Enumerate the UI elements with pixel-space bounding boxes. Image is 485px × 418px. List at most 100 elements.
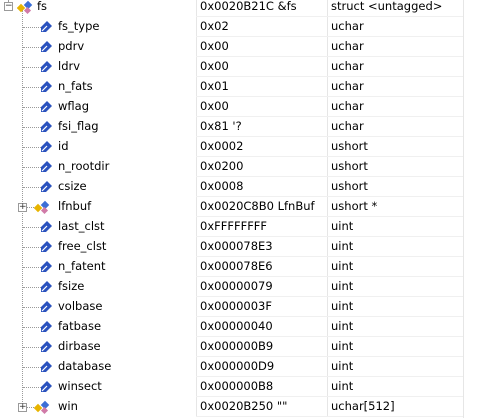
value-cell[interactable]: 0x02 bbox=[196, 17, 327, 37]
name-cell: wflag bbox=[0, 97, 196, 117]
type-cell: uchar[512] bbox=[327, 397, 463, 417]
type-cell: ushort bbox=[327, 137, 463, 157]
name-cell: fs_type bbox=[0, 17, 196, 37]
watch-row-n-fatent[interactable]: n_fatent 0x000078E6 uint bbox=[0, 257, 485, 277]
watch-name: win bbox=[58, 399, 78, 413]
watch-name: wflag bbox=[58, 99, 89, 113]
type-cell: uint bbox=[327, 297, 463, 317]
value-cell[interactable]: 0x0000003F bbox=[196, 297, 327, 317]
name-cell: + win bbox=[0, 397, 196, 417]
watch-row-wflag[interactable]: wflag 0x00 uchar bbox=[0, 97, 485, 117]
expand-toggle[interactable]: + bbox=[18, 403, 27, 412]
watch-name: free_clst bbox=[58, 239, 107, 253]
type-cell: uint bbox=[327, 277, 463, 297]
field-icon bbox=[41, 241, 52, 252]
watch-name: n_fatent bbox=[58, 259, 106, 273]
value-cell[interactable]: 0xFFFFFFFF bbox=[196, 217, 327, 237]
watch-row-csize[interactable]: csize 0x0008 ushort bbox=[0, 177, 485, 197]
value-cell[interactable]: 0x0020C8B0 LfnBuf bbox=[196, 197, 327, 217]
field-icon bbox=[41, 141, 52, 152]
watch-row-n-fats[interactable]: n_fats 0x01 uchar bbox=[0, 77, 485, 97]
value-cell[interactable]: 0x000000B8 bbox=[196, 377, 327, 397]
watch-name: database bbox=[58, 359, 112, 373]
value-cell[interactable]: 0x00 bbox=[196, 37, 327, 57]
watch-row-winsect[interactable]: winsect 0x000000B8 uint bbox=[0, 377, 485, 397]
value-cell[interactable]: 0x00 bbox=[196, 97, 327, 117]
value-cell[interactable]: 0x000078E6 bbox=[196, 257, 327, 277]
field-icon bbox=[41, 281, 52, 292]
field-icon bbox=[41, 81, 52, 92]
name-cell: volbase bbox=[0, 297, 196, 317]
field-icon bbox=[41, 321, 52, 332]
value-cell[interactable]: 0x0020B21C &fs bbox=[196, 0, 327, 17]
value-cell[interactable]: 0x0002 bbox=[196, 137, 327, 157]
value-cell[interactable]: 0x00000040 bbox=[196, 317, 327, 337]
watch-row-volbase[interactable]: volbase 0x0000003F uint bbox=[0, 297, 485, 317]
type-cell: ushort * bbox=[327, 197, 463, 217]
value-cell[interactable]: 0x0200 bbox=[196, 157, 327, 177]
watch-row-fsize[interactable]: fsize 0x00000079 uint bbox=[0, 277, 485, 297]
value-cell[interactable]: 0x00 bbox=[196, 57, 327, 77]
watch-row-fatbase[interactable]: fatbase 0x00000040 uint bbox=[0, 317, 485, 337]
field-icon bbox=[41, 381, 52, 392]
collapse-toggle[interactable]: − bbox=[4, 2, 13, 11]
value-cell[interactable]: 0x000000D9 bbox=[196, 357, 327, 377]
type-cell: uchar bbox=[327, 37, 463, 57]
watch-row-free-clst[interactable]: free_clst 0x000078E3 uint bbox=[0, 237, 485, 257]
watch-row-dirbase[interactable]: dirbase 0x000000B9 uint bbox=[0, 337, 485, 357]
watch-name: lfnbuf bbox=[58, 199, 92, 213]
watch-row-id[interactable]: id 0x0002 ushort bbox=[0, 137, 485, 157]
watch-row-fs[interactable]: − fs 0x0020B21C &fs struct <untagged> bbox=[0, 0, 485, 17]
type-cell: uint bbox=[327, 357, 463, 377]
name-cell: + lfnbuf bbox=[0, 197, 196, 217]
watch-row-database[interactable]: database 0x000000D9 uint bbox=[0, 357, 485, 377]
type-cell: uint bbox=[327, 257, 463, 277]
watch-name: volbase bbox=[58, 299, 103, 313]
type-cell: uint bbox=[327, 377, 463, 397]
watch-name: fatbase bbox=[58, 319, 102, 333]
value-cell[interactable]: 0x000000B9 bbox=[196, 337, 327, 357]
watch-name: ldrv bbox=[58, 59, 81, 73]
watch-name: last_clst bbox=[58, 219, 105, 233]
type-cell: uchar bbox=[327, 77, 463, 97]
value-cell[interactable]: 0x000078E3 bbox=[196, 237, 327, 257]
type-cell: ushort bbox=[327, 157, 463, 177]
watch-name: n_rootdir bbox=[58, 159, 110, 173]
value-cell[interactable]: 0x0020B250 "" bbox=[196, 397, 327, 417]
struct-icon bbox=[17, 0, 33, 15]
name-cell: id bbox=[0, 137, 196, 157]
value-cell[interactable]: 0x0008 bbox=[196, 177, 327, 197]
name-cell: fsize bbox=[0, 277, 196, 297]
watch-row-ldrv[interactable]: ldrv 0x00 uchar bbox=[0, 57, 485, 77]
watch-row-last-clst[interactable]: last_clst 0xFFFFFFFF uint bbox=[0, 217, 485, 237]
field-icon bbox=[41, 121, 52, 132]
field-icon bbox=[41, 41, 52, 52]
value-cell[interactable]: 0x81 '? bbox=[196, 117, 327, 137]
watch-row-pdrv[interactable]: pdrv 0x00 uchar bbox=[0, 37, 485, 57]
field-icon bbox=[41, 21, 52, 32]
field-icon bbox=[41, 161, 52, 172]
field-icon bbox=[41, 61, 52, 72]
watch-name: dirbase bbox=[58, 339, 101, 353]
field-icon bbox=[41, 261, 52, 272]
expand-toggle[interactable]: + bbox=[18, 203, 27, 212]
name-cell: dirbase bbox=[0, 337, 196, 357]
watch-name: n_fats bbox=[58, 79, 93, 93]
value-cell[interactable]: 0x01 bbox=[196, 77, 327, 97]
field-icon bbox=[41, 301, 52, 312]
type-cell: uchar bbox=[327, 97, 463, 117]
watch-row-fs-type[interactable]: fs_type 0x02 uchar bbox=[0, 17, 485, 37]
name-cell: winsect bbox=[0, 377, 196, 397]
value-cell[interactable]: 0x00000079 bbox=[196, 277, 327, 297]
watch-row-win[interactable]: + win 0x0020B250 "" uchar[512] bbox=[0, 397, 485, 417]
watch-name: id bbox=[58, 139, 69, 153]
type-cell: uchar bbox=[327, 17, 463, 37]
watch-row-lfnbuf[interactable]: + lfnbuf 0x0020C8B0 LfnBuf ushort * bbox=[0, 197, 485, 217]
watch-row-n-rootdir[interactable]: n_rootdir 0x0200 ushort bbox=[0, 157, 485, 177]
type-cell: struct <untagged> bbox=[327, 0, 463, 17]
name-cell: csize bbox=[0, 177, 196, 197]
field-icon bbox=[41, 181, 52, 192]
name-cell: pdrv bbox=[0, 37, 196, 57]
watch-row-fsi-flag[interactable]: fsi_flag 0x81 '? uchar bbox=[0, 117, 485, 137]
type-cell: uchar bbox=[327, 57, 463, 77]
